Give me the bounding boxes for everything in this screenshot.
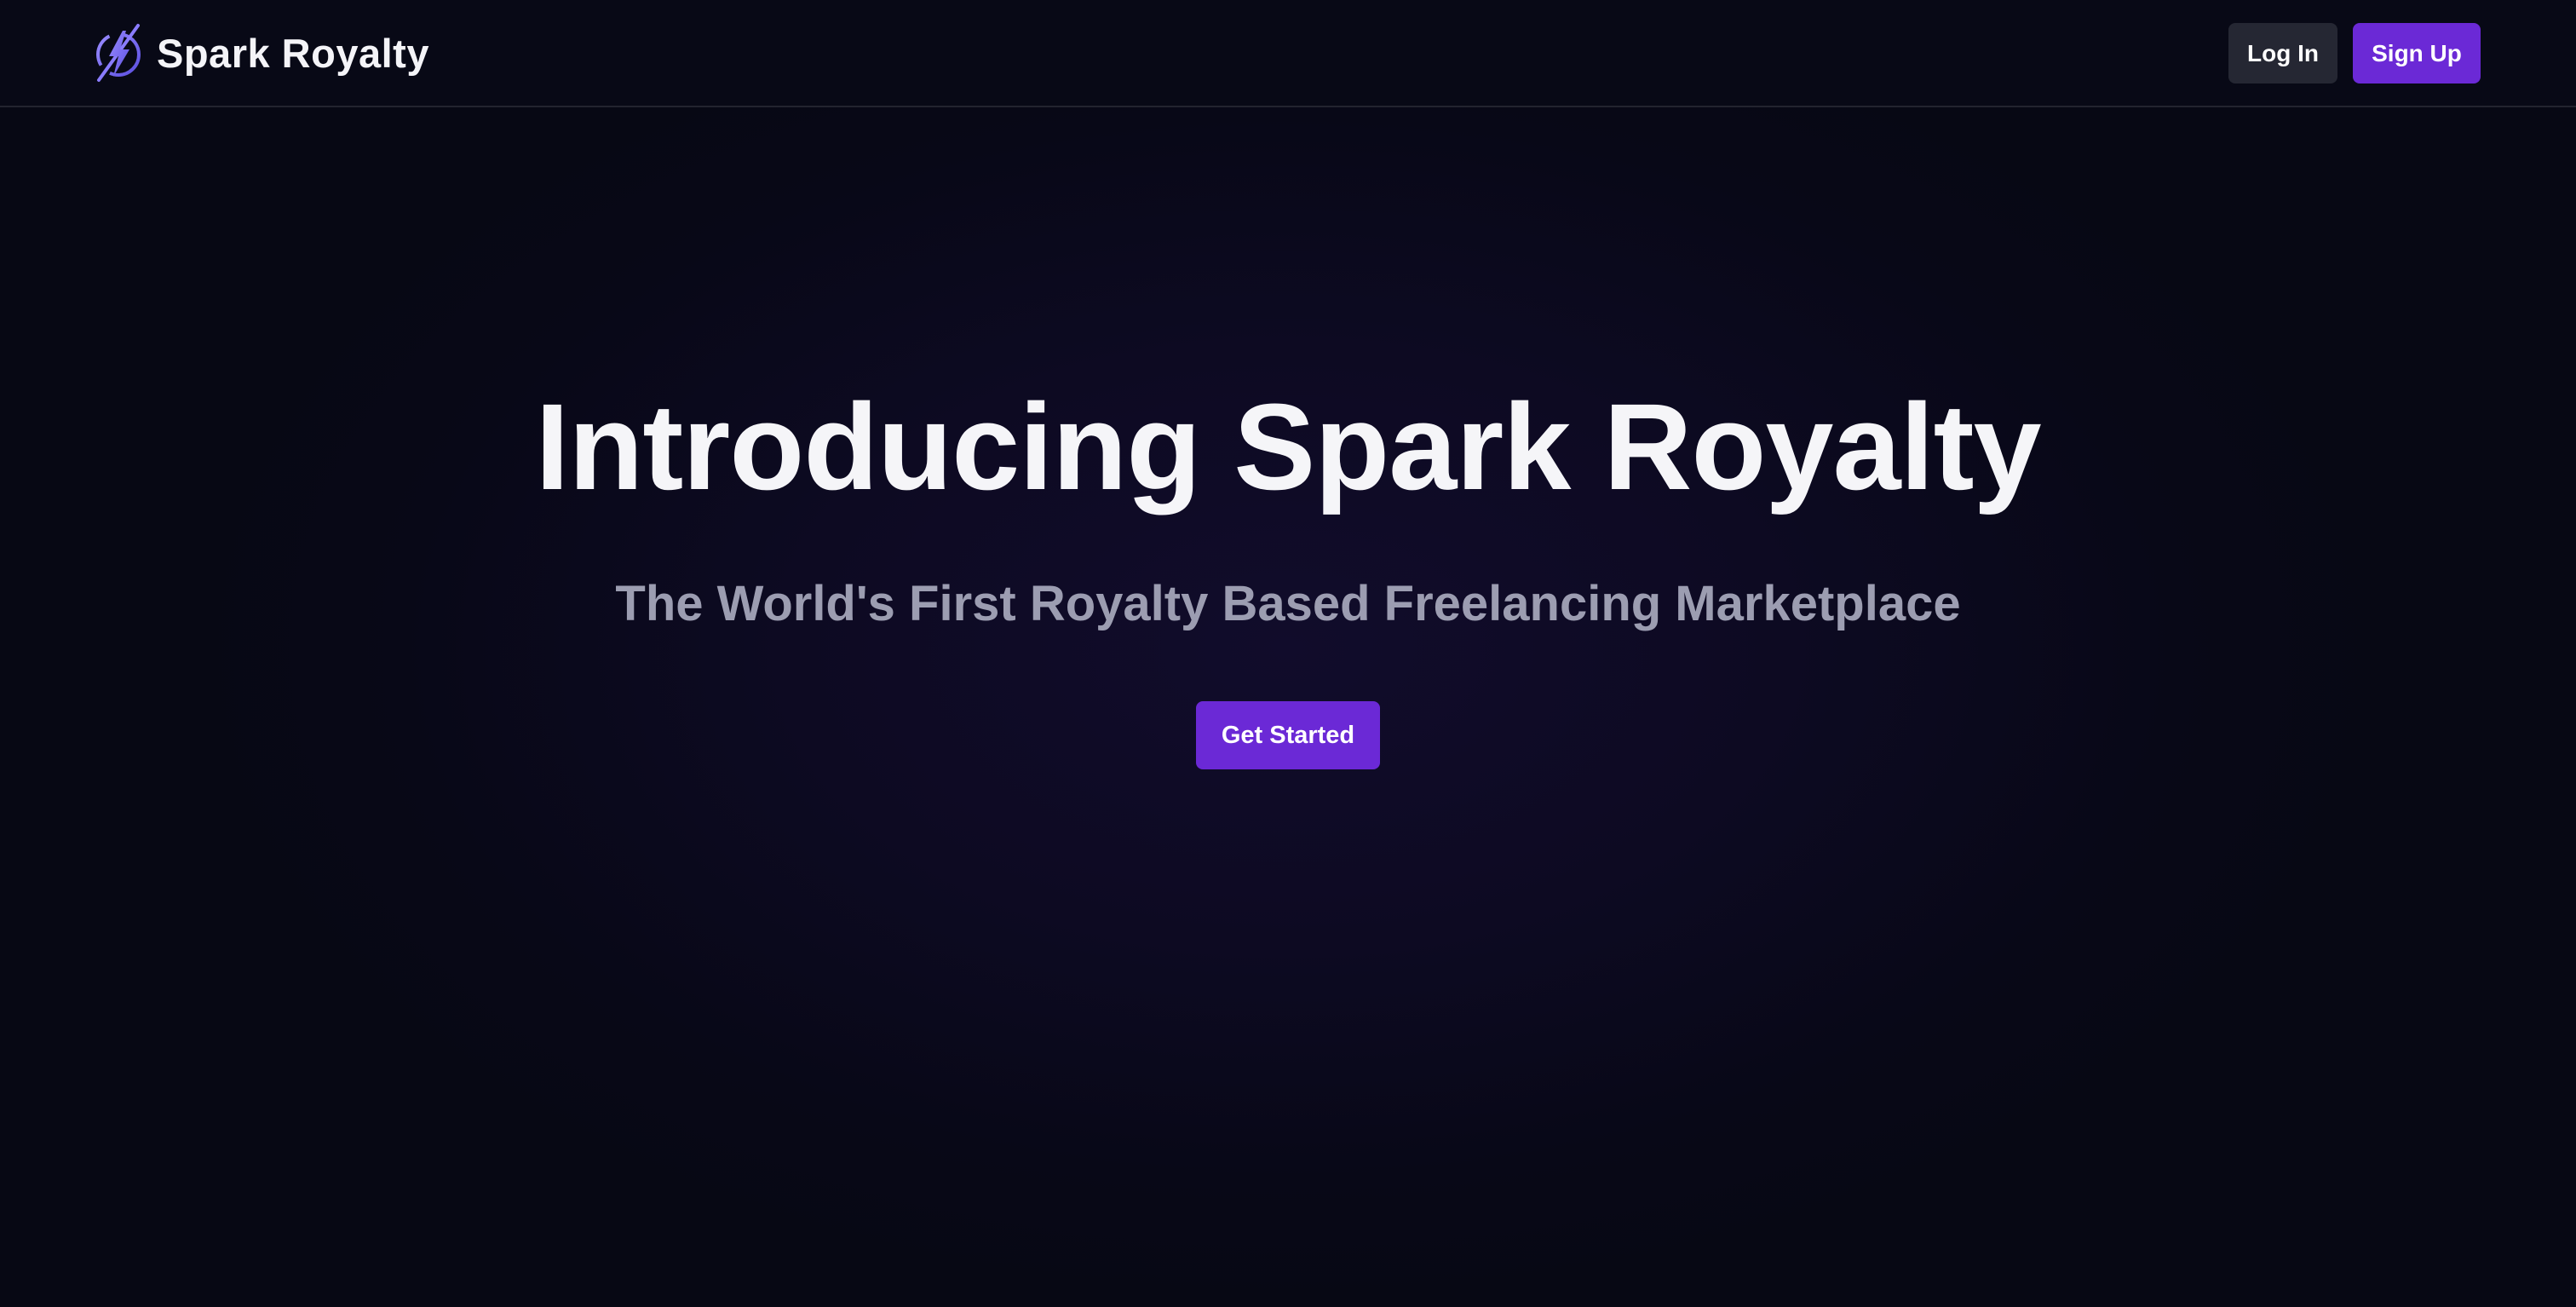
landing-page: Spark Royalty Log In Sign Up Introducing…	[0, 0, 2576, 1307]
hero-title: Introducing Spark Royalty	[535, 378, 2041, 515]
signup-button[interactable]: Sign Up	[2353, 23, 2481, 83]
brand-name: Spark Royalty	[157, 30, 429, 76]
brand-logo-link[interactable]: Spark Royalty	[92, 22, 429, 83]
get-started-button[interactable]: Get Started	[1196, 701, 1380, 769]
lightning-bolt-icon	[92, 22, 145, 83]
top-navbar: Spark Royalty Log In Sign Up	[0, 0, 2576, 107]
login-button[interactable]: Log In	[2228, 23, 2337, 83]
hero-subtitle: The World's First Royalty Based Freelanc…	[615, 576, 1961, 631]
